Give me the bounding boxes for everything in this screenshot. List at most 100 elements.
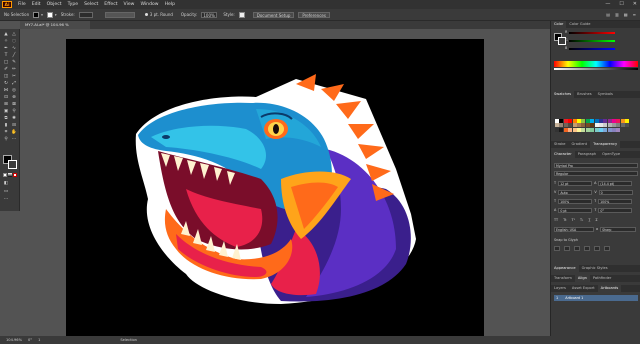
swatch[interactable]: [598, 127, 603, 132]
mesh-tool-icon[interactable]: ⊠: [11, 102, 17, 107]
swatch[interactable]: [581, 119, 586, 123]
kerning-input[interactable]: Auto: [558, 189, 593, 195]
leading-input[interactable]: (14.4 pt): [598, 180, 633, 186]
tab-character[interactable]: Character: [551, 151, 575, 158]
red-slider[interactable]: R: [565, 30, 615, 34]
baseline-input[interactable]: 0 pt: [558, 207, 593, 213]
strikethrough-icon[interactable]: T̶: [595, 218, 597, 222]
slice-tool-icon[interactable]: ⌗: [3, 130, 9, 135]
graph-tool-icon[interactable]: ▮: [3, 123, 9, 128]
swatch[interactable]: [576, 123, 581, 128]
swatch[interactable]: [616, 123, 621, 128]
tab-graphic-styles[interactable]: Graphic Styles: [579, 265, 611, 272]
swatch[interactable]: [594, 119, 599, 123]
snap-option-2[interactable]: [564, 245, 570, 251]
shape-builder-tool-icon[interactable]: ⊕: [11, 95, 17, 100]
language-select[interactable]: English: USA: [554, 226, 594, 232]
zoom-level[interactable]: 104.96%: [6, 338, 22, 342]
curvature-tool-icon[interactable]: ∿: [11, 46, 17, 51]
close-window-button[interactable]: ✕: [633, 0, 637, 9]
magic-wand-tool-icon[interactable]: ✧: [3, 39, 9, 44]
preferences-button[interactable]: Preferences: [298, 11, 330, 18]
grayscale-bar[interactable]: [554, 68, 638, 70]
tab-transform[interactable]: Transform: [551, 275, 575, 282]
swatch[interactable]: [555, 127, 559, 132]
swatch[interactable]: [620, 123, 625, 128]
menu-icon[interactable]: ≡: [633, 12, 636, 17]
variable-width-profile[interactable]: [104, 11, 135, 18]
document-setup-button[interactable]: Document Setup: [252, 11, 295, 18]
swatch[interactable]: [563, 123, 568, 128]
superscript-icon[interactable]: T¹: [572, 218, 575, 222]
font-search-input[interactable]: Myriad Pro: [554, 162, 638, 168]
swatch[interactable]: [581, 127, 586, 132]
opacity-label[interactable]: Opacity:: [181, 12, 197, 17]
selection-tool-icon[interactable]: ▲: [3, 32, 9, 37]
tab-stroke[interactable]: Stroke: [551, 141, 568, 148]
eraser-tool-icon[interactable]: ◫: [3, 74, 9, 79]
line-tool-icon[interactable]: ╱: [11, 53, 17, 58]
stroke-swatch[interactable]: [46, 11, 53, 18]
subscript-icon[interactable]: T₁: [580, 218, 583, 222]
menu-edit[interactable]: Edit: [32, 2, 41, 7]
small-caps-icon[interactable]: Tt: [563, 218, 566, 222]
rotate-view[interactable]: 0°: [28, 338, 32, 342]
color-spectrum[interactable]: [554, 61, 638, 67]
style-swatch[interactable]: [238, 11, 245, 18]
edit-toolbar-icon[interactable]: ⋯: [3, 197, 9, 202]
anti-alias-select[interactable]: Sharp: [600, 226, 637, 232]
menu-select[interactable]: Select: [84, 2, 98, 7]
pen-tool-icon[interactable]: ✒: [3, 46, 9, 51]
more-tools-icon[interactable]: ⋯: [11, 137, 17, 142]
swatch[interactable]: [594, 127, 599, 132]
tab-transparency[interactable]: Transparency: [590, 141, 621, 148]
maximize-button[interactable]: ☐: [619, 0, 623, 9]
fill-swatch[interactable]: [33, 11, 40, 18]
warp-tool-icon[interactable]: ◎: [11, 88, 17, 93]
brush-definition[interactable]: 3 pt. Round: [144, 12, 173, 17]
tab-gradient[interactable]: Gradient: [568, 141, 590, 148]
swatch[interactable]: [590, 127, 595, 132]
font-size-input[interactable]: 12 pt: [558, 180, 593, 186]
swatch[interactable]: [603, 127, 608, 132]
tab-pathfinder[interactable]: Pathfinder: [590, 275, 614, 282]
align-left-icon[interactable]: ▤: [606, 12, 610, 17]
swatch[interactable]: [625, 123, 630, 128]
menu-window[interactable]: Window: [140, 2, 158, 7]
swatch[interactable]: [603, 123, 608, 128]
swatch[interactable]: [625, 119, 630, 123]
canvas-area[interactable]: [20, 29, 550, 336]
tab-swatches[interactable]: Swatches: [551, 91, 575, 98]
swatch[interactable]: [559, 123, 564, 128]
lasso-tool-icon[interactable]: ◌: [11, 39, 17, 44]
swatch[interactable]: [607, 123, 612, 128]
menu-help[interactable]: Help: [165, 2, 175, 7]
type-tool-icon[interactable]: T: [3, 53, 9, 58]
swatch[interactable]: [612, 123, 617, 128]
swatch[interactable]: [568, 127, 573, 132]
swatch[interactable]: [607, 119, 612, 123]
symbol-sprayer-tool-icon[interactable]: ✺: [11, 116, 17, 121]
chevron-down-icon[interactable]: ▾: [55, 13, 57, 17]
swatch[interactable]: [568, 119, 573, 123]
snap-option-4[interactable]: [584, 245, 590, 251]
align-right-icon[interactable]: ▦: [624, 12, 628, 17]
chevron-down-icon[interactable]: ▾: [41, 13, 43, 17]
screen-mode-icon[interactable]: ▭: [3, 189, 9, 194]
document-tab[interactable]: MY7.AI.ai* @ 104.96 % (RGB/Preview) ×: [20, 21, 90, 35]
shaper-tool-icon[interactable]: ✐: [3, 67, 9, 72]
tab-layers[interactable]: Layers: [551, 285, 569, 292]
swatch[interactable]: [607, 127, 612, 132]
swatch[interactable]: [572, 119, 577, 123]
width-tool-icon[interactable]: ⋈: [3, 88, 9, 93]
artboard-row[interactable]: 1 Artboard 1: [554, 295, 638, 301]
stroke-color-swatch[interactable]: [8, 160, 17, 169]
menu-effect[interactable]: Effect: [104, 2, 117, 7]
tab-align[interactable]: Align: [574, 275, 590, 282]
snap-option-1[interactable]: [554, 245, 560, 251]
swatch[interactable]: [568, 123, 573, 128]
underline-icon[interactable]: T̲: [588, 218, 590, 222]
align-center-icon[interactable]: ▥: [615, 12, 619, 17]
snap-option-5[interactable]: [594, 245, 600, 251]
tab-asset-export[interactable]: Asset Export: [569, 285, 598, 292]
